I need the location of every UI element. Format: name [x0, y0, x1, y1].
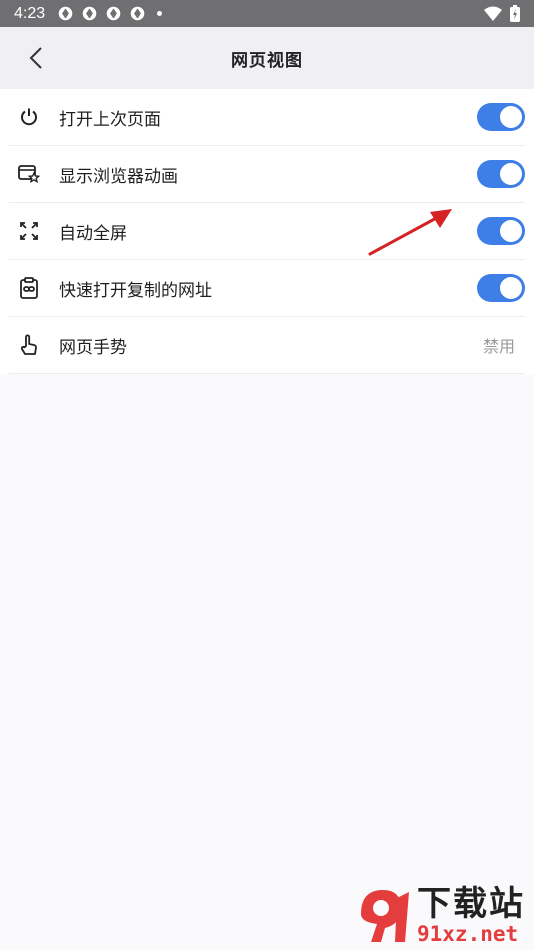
setting-web-gestures[interactable]: 网页手势 禁用	[9, 317, 525, 374]
status-time: 4:23	[14, 4, 46, 22]
open-last-page-toggle[interactable]	[477, 103, 525, 131]
setting-label: 显示浏览器动画	[59, 166, 178, 187]
app-notification-icon	[106, 6, 121, 21]
toggle-knob	[500, 277, 522, 299]
browser-star-icon	[18, 163, 40, 185]
app-notification-icon	[130, 6, 145, 21]
browser-animation-toggle[interactable]	[477, 160, 525, 188]
setting-label: 网页手势	[59, 337, 127, 358]
status-bar: 4:23	[0, 0, 534, 27]
setting-auto-fullscreen[interactable]: 自动全屏	[9, 203, 525, 260]
app-notification-icon	[82, 6, 97, 21]
setting-label: 打开上次页面	[59, 109, 161, 130]
watermark-text: 下载站	[417, 884, 525, 924]
notification-icons	[57, 5, 163, 22]
setting-browser-animation[interactable]: 显示浏览器动画	[9, 146, 525, 203]
hand-gesture-icon	[18, 334, 40, 356]
app-notification-icon	[58, 6, 73, 21]
battery-icon	[510, 5, 520, 22]
watermark-url: 91xz.net	[417, 922, 519, 946]
web-gestures-value[interactable]: 禁用	[483, 333, 515, 357]
setting-open-last-page[interactable]: 打开上次页面	[9, 89, 525, 146]
setting-label: 自动全屏	[59, 223, 127, 244]
setting-label: 快速打开复制的网址	[59, 280, 212, 301]
fullscreen-icon	[18, 220, 40, 242]
header-bar: 网页视图	[0, 27, 534, 89]
setting-quick-open-copied-url[interactable]: 快速打开复制的网址	[9, 260, 525, 317]
chevron-left-icon	[29, 47, 42, 69]
page-title: 网页视图	[231, 50, 303, 71]
toggle-knob	[500, 163, 522, 185]
quick-open-url-toggle[interactable]	[477, 274, 525, 302]
auto-fullscreen-toggle[interactable]	[477, 217, 525, 245]
toggle-knob	[500, 220, 522, 242]
watermark: 下载站 91xz.net	[353, 880, 528, 946]
clipboard-link-icon	[18, 277, 40, 299]
more-notifications-dot	[157, 11, 163, 16]
power-icon	[18, 106, 40, 128]
toggle-knob	[500, 106, 522, 128]
watermark-logo	[353, 884, 413, 946]
back-button[interactable]	[22, 44, 50, 72]
settings-list: 打开上次页面 显示浏览器动画 自动全屏 快速打开复制的网址 网页手势 禁用	[0, 89, 534, 374]
wifi-icon	[484, 6, 502, 21]
